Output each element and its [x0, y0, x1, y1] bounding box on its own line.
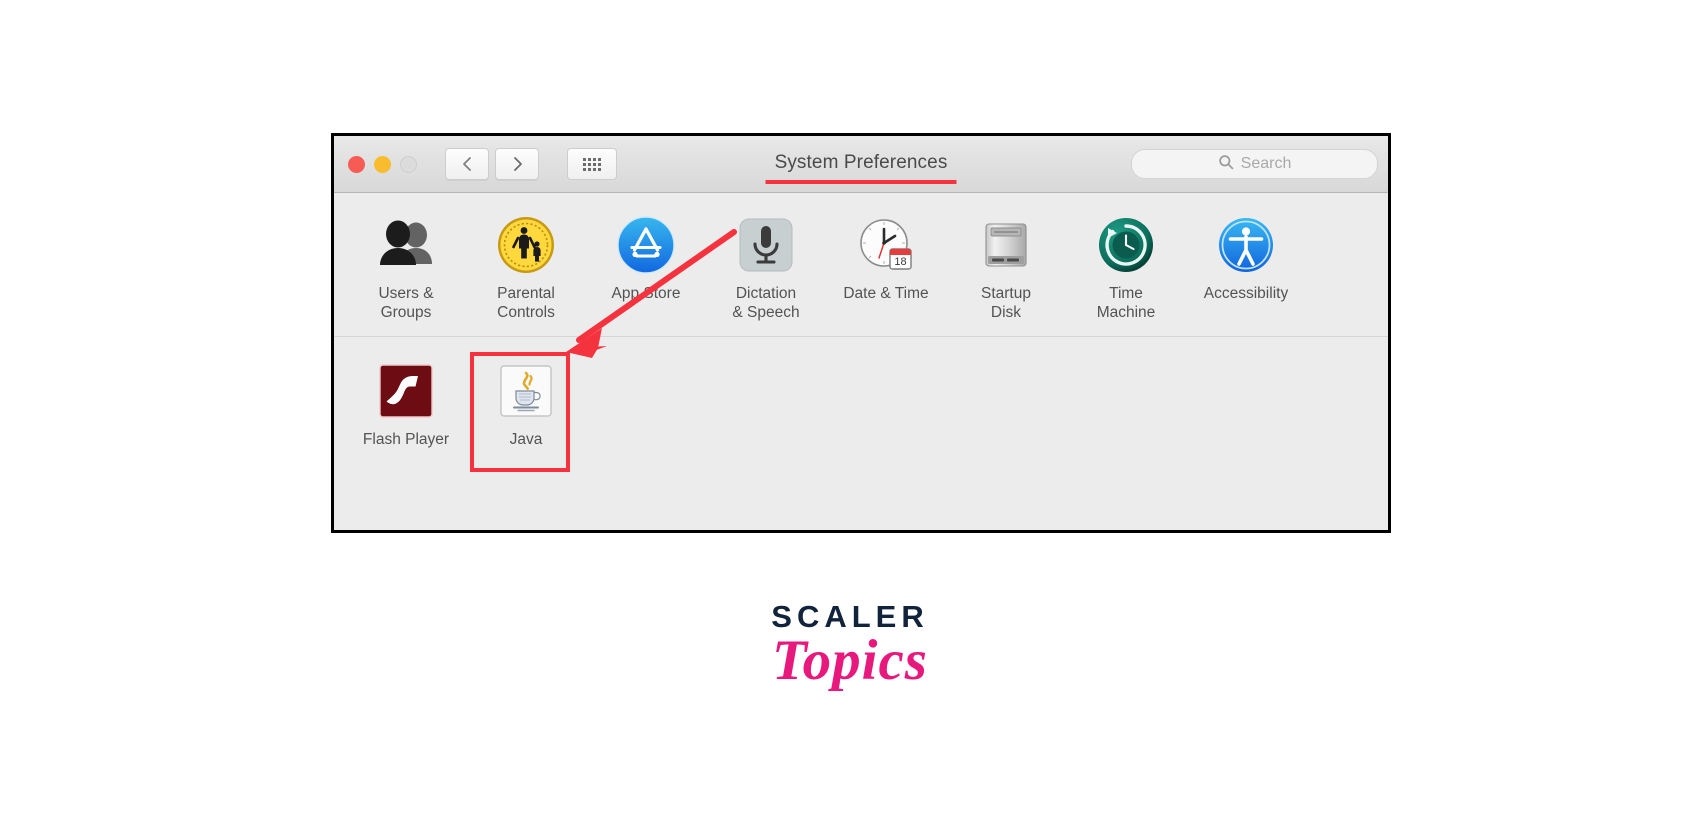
window-titlebar: System Preferences Search	[334, 136, 1388, 193]
scaler-topics-logo: SCALER Topics	[0, 600, 1700, 690]
pref-users-groups[interactable]: Users & Groups	[346, 213, 466, 322]
title-underline-annotation	[765, 180, 957, 184]
close-window-button[interactable]	[348, 155, 365, 173]
pref-accessibility[interactable]: Accessibility	[1186, 213, 1306, 303]
time-machine-icon	[1094, 213, 1158, 277]
pref-label: Time Machine	[1096, 285, 1156, 321]
chevron-left-icon	[462, 156, 473, 172]
java-icon	[494, 359, 558, 423]
pref-startup-disk[interactable]: Startup Disk	[946, 213, 1066, 322]
pref-label: Accessibility	[1203, 285, 1289, 302]
forward-button[interactable]	[495, 148, 539, 180]
traffic-light-group	[348, 155, 417, 173]
pref-date-time[interactable]: 18 Date & Time	[826, 213, 946, 303]
system-preferences-window: System Preferences Search Users & Groups…	[331, 133, 1391, 533]
accessibility-icon	[1214, 213, 1278, 277]
pref-label: Users & Groups	[378, 285, 434, 321]
preferences-row-2: Flash Player Java	[334, 337, 1388, 463]
brand-name-bottom: Topics	[772, 629, 928, 692]
show-all-button[interactable]	[567, 148, 617, 180]
search-icon	[1218, 154, 1234, 175]
grid-icon	[583, 157, 601, 171]
pref-label: Startup Disk	[981, 285, 1031, 321]
users-groups-icon	[374, 213, 438, 277]
pref-time-machine[interactable]: Time Machine	[1066, 213, 1186, 322]
pref-label: Parental Controls	[497, 285, 555, 321]
pref-label: Flash Player	[362, 431, 450, 448]
pref-app-store[interactable]: App Store	[586, 213, 706, 303]
svg-text:18: 18	[894, 256, 906, 268]
chevron-right-icon	[512, 156, 523, 172]
zoom-window-button[interactable]	[400, 155, 417, 173]
dictation-speech-icon	[734, 213, 798, 277]
pref-dictation-speech[interactable]: Dictation & Speech	[706, 213, 826, 322]
search-placeholder: Search	[1240, 155, 1292, 172]
pref-label: Date & Time	[843, 285, 929, 302]
pref-label: Dictation & Speech	[732, 285, 800, 321]
date-time-icon: 18	[854, 213, 918, 277]
flash-player-icon	[374, 359, 438, 423]
preferences-pane: Users & Groups Parental Controls App Sto…	[334, 193, 1388, 463]
startup-disk-icon	[974, 213, 1038, 277]
pref-flash-player[interactable]: Flash Player	[346, 359, 466, 449]
pref-java[interactable]: Java	[466, 359, 586, 449]
pref-label: Java	[509, 431, 543, 448]
parental-controls-icon	[494, 213, 558, 277]
preferences-row-1: Users & Groups Parental Controls App Sto…	[334, 193, 1388, 336]
minimize-window-button[interactable]	[374, 155, 391, 173]
search-input[interactable]: Search	[1131, 149, 1378, 179]
pref-label: App Store	[611, 285, 681, 302]
pref-parental-controls[interactable]: Parental Controls	[466, 213, 586, 322]
back-button[interactable]	[445, 148, 489, 180]
app-store-icon	[614, 213, 678, 277]
navigation-buttons	[445, 148, 539, 180]
